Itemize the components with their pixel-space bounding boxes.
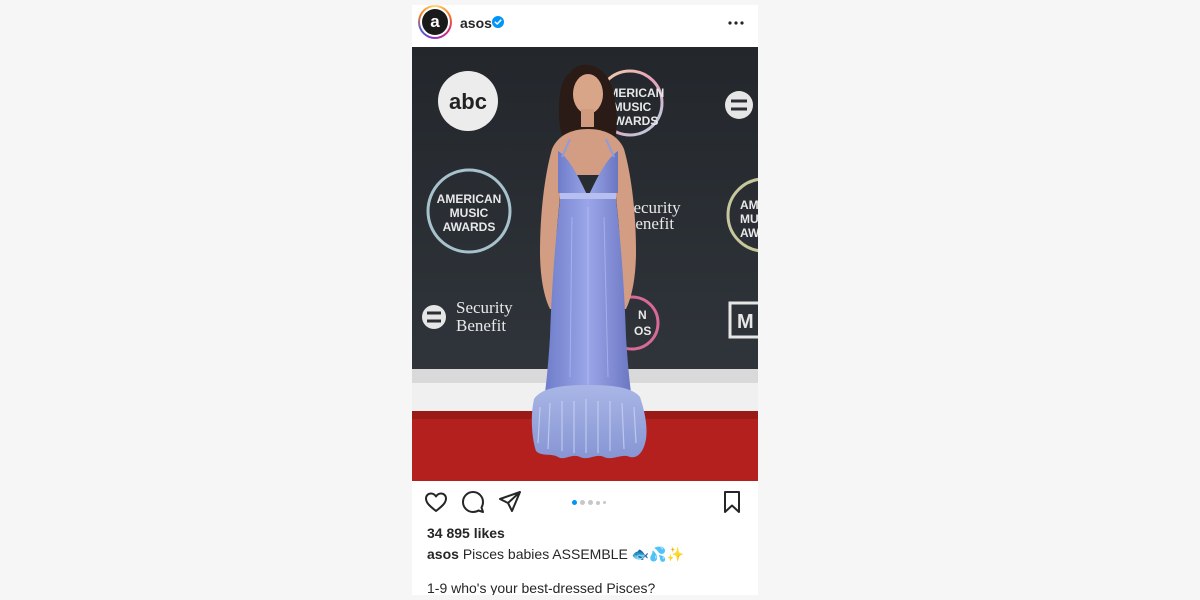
- svg-text:MUSIC: MUSIC: [450, 206, 489, 220]
- svg-text:N: N: [638, 308, 647, 322]
- svg-text:OS: OS: [634, 324, 651, 338]
- svg-text:Benefit: Benefit: [456, 316, 506, 335]
- post-actions: [412, 489, 758, 519]
- post-photo[interactable]: abc AMERICAN MUSIC AWARDS AMERICAN MUSIC…: [412, 47, 758, 481]
- svg-text:MUSIC: MUSIC: [613, 100, 652, 114]
- avatar[interactable]: a: [418, 5, 452, 39]
- security-benefit-mark-top: [725, 91, 753, 119]
- share-icon[interactable]: [497, 489, 523, 515]
- comment-icon[interactable]: [460, 489, 486, 515]
- svg-text:abc: abc: [449, 89, 487, 114]
- bookmark-icon[interactable]: [719, 489, 745, 515]
- carousel-dot: [596, 500, 600, 505]
- svg-text:AW: AW: [740, 226, 758, 240]
- svg-text:MU: MU: [740, 212, 758, 226]
- carousel-dot-active: [572, 500, 577, 505]
- more-options-button[interactable]: [726, 13, 746, 33]
- caption-second-line: 1-9 who's your best-dressed Pisces?: [427, 580, 656, 595]
- post-caption: asos Pisces babies ASSEMBLE 🐟💦✨: [427, 546, 684, 563]
- avatar-inner: a: [420, 7, 450, 37]
- svg-text:AME: AME: [740, 198, 758, 212]
- svg-text:Security: Security: [456, 298, 513, 317]
- post-header: a asos: [412, 5, 758, 47]
- svg-text:AMERICAN: AMERICAN: [437, 192, 502, 206]
- caption-username[interactable]: asos: [427, 546, 459, 562]
- carousel-indicator: [572, 500, 606, 505]
- red-carpet-photo: abc AMERICAN MUSIC AWARDS AMERICAN MUSIC…: [412, 47, 758, 481]
- heart-icon[interactable]: [423, 489, 449, 515]
- abc-logo: abc: [438, 71, 498, 131]
- more-icon: [728, 21, 744, 25]
- svg-text:M: M: [737, 311, 754, 333]
- carousel-dot: [603, 501, 606, 504]
- post-username[interactable]: asos: [460, 15, 492, 31]
- carousel-dot: [580, 500, 585, 505]
- likes-count[interactable]: 34 895 likes: [427, 525, 505, 541]
- avatar-letter: a: [422, 9, 448, 35]
- verified-badge-icon: [492, 16, 504, 28]
- caption-text: Pisces babies ASSEMBLE 🐟💦✨: [462, 546, 684, 562]
- svg-text:AWARDS: AWARDS: [443, 220, 496, 234]
- instagram-post: a asos abc AMERICAN MUSIC AWARDS AMERICA…: [412, 5, 758, 595]
- carousel-dot: [588, 500, 593, 505]
